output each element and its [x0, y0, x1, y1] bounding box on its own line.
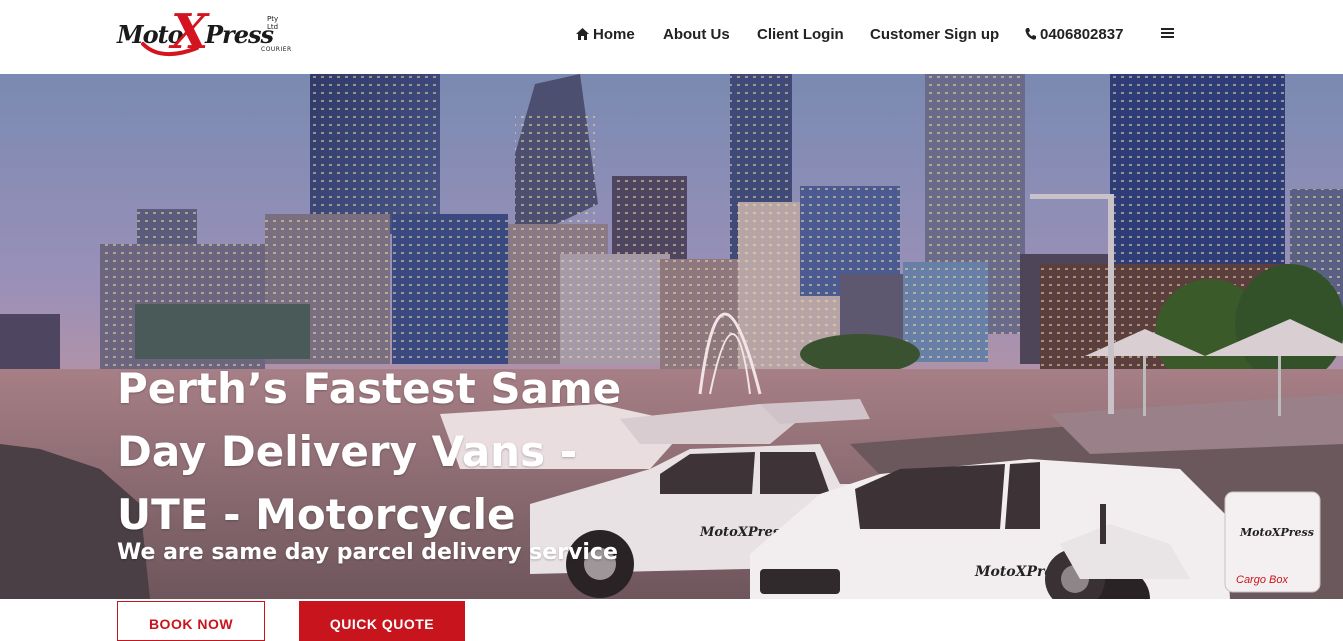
hero-title: Perth’s Fastest Same Day Delivery Vans -…	[117, 357, 637, 546]
hero-title-line-2: Day Delivery Vans -	[117, 427, 578, 476]
hamburger-menu-button[interactable]	[1161, 24, 1174, 44]
book-now-button[interactable]: BOOK NOW	[117, 601, 265, 641]
nav-phone-label: 0406802837	[1040, 25, 1124, 43]
cargo-box-image: MotoXPress Cargo Box	[1224, 491, 1321, 593]
quick-quote-label: QUICK QUOTE	[329, 616, 435, 632]
quick-quote-button[interactable]: QUICK QUOTE	[299, 601, 465, 641]
motoxpress-logo[interactable]: Moto X Press Pty Ltd COURIER	[117, 8, 292, 64]
phone-icon	[1025, 28, 1036, 40]
nav-customer-signup-label: Customer Sign up	[870, 25, 1000, 43]
hamburger-menu-icon	[1161, 26, 1174, 43]
hero-title-line-1: Perth’s Fastest Same	[117, 364, 622, 413]
nav-customer-signup[interactable]: Customer Sign up	[870, 24, 999, 44]
nav-about-us-label: About Us	[663, 25, 730, 43]
top-navbar: Moto X Press Pty Ltd COURIER Home About …	[0, 0, 1343, 74]
hero-title-line-3: UTE - Motorcycle	[117, 490, 516, 539]
book-now-label: BOOK NOW	[148, 616, 234, 632]
logo-swoosh-icon	[141, 42, 199, 56]
logo-text-press: Press	[205, 20, 274, 49]
nav-about-us[interactable]: About Us	[663, 24, 730, 44]
logo-text-courier: COURIER	[261, 46, 292, 53]
cargo-box-label: Cargo Box	[1236, 574, 1288, 586]
nav-home-label: Home	[593, 25, 635, 43]
nav-client-login[interactable]: Client Login	[757, 24, 844, 44]
hero-banner: MotoXPress MotoXPress MotoXPress Cargo B…	[0, 74, 1343, 599]
nav-phone[interactable]: 0406802837	[1025, 24, 1123, 44]
home-icon	[576, 28, 589, 40]
hero-subtitle: We are same day parcel delivery service	[117, 540, 618, 565]
logo-text-ptyltd: Pty Ltd	[267, 15, 279, 31]
cargo-box-logo-text: MotoXPress	[1239, 526, 1314, 539]
nav-home[interactable]: Home	[576, 24, 635, 44]
nav-client-login-label: Client Login	[757, 25, 844, 43]
